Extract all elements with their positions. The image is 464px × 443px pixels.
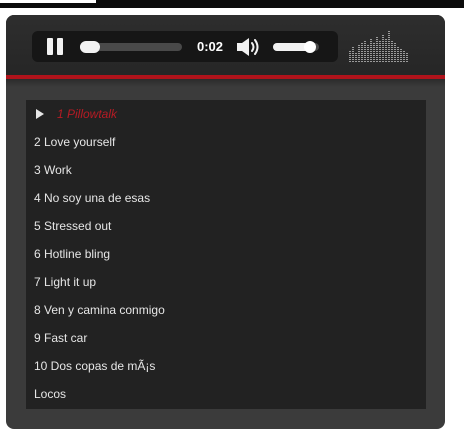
playlist-item-active[interactable]: 1 Pillowtalk bbox=[26, 100, 426, 128]
track-title: 3 Work bbox=[34, 163, 72, 177]
play-triangle-icon bbox=[36, 109, 44, 119]
playlist-item[interactable]: 5 Stressed out bbox=[26, 212, 426, 240]
track-title: 9 Fast car bbox=[34, 331, 88, 345]
track-title: 5 Stressed out bbox=[34, 219, 112, 233]
controls-bar: 0:02 bbox=[32, 31, 338, 62]
track-title: 6 Hotline bling bbox=[34, 247, 111, 261]
playlist-item[interactable]: Locos bbox=[26, 380, 426, 408]
pause-button[interactable] bbox=[47, 38, 65, 56]
seek-bar[interactable] bbox=[80, 41, 182, 53]
playlist-item[interactable]: 9 Fast car bbox=[26, 324, 426, 352]
playlist-item[interactable]: 10 Dos copas de mÃ¡s bbox=[26, 352, 426, 380]
volume-handle[interactable] bbox=[304, 41, 316, 53]
pause-icon bbox=[47, 38, 53, 55]
browser-top-bar bbox=[0, 0, 464, 8]
track-title: 1 Pillowtalk bbox=[57, 107, 118, 121]
volume-slider[interactable] bbox=[273, 41, 319, 53]
track-title: 7 Light it up bbox=[34, 275, 97, 289]
playlist-item[interactable]: 6 Hotline bling bbox=[26, 240, 426, 268]
playlist-item[interactable]: 4 No soy una de esas bbox=[26, 184, 426, 212]
playlist-item[interactable]: 8 Ven y camina conmigo bbox=[26, 296, 426, 324]
track-title: Locos bbox=[34, 387, 67, 401]
track-title: 10 Dos copas de mÃ¡s bbox=[34, 359, 156, 373]
playlist-item[interactable]: 3 Work bbox=[26, 156, 426, 184]
current-time: 0:02 bbox=[197, 39, 224, 54]
playlist-item[interactable]: 7 Light it up bbox=[26, 268, 426, 296]
track-title: 4 No soy una de esas bbox=[34, 191, 151, 205]
header-shadow bbox=[6, 79, 445, 87]
seek-handle[interactable] bbox=[80, 41, 100, 53]
speaker-volume-icon[interactable] bbox=[237, 38, 263, 56]
top-tab-indicator bbox=[0, 0, 96, 3]
audio-player: 0:02 1 Pillowtalk 2 Love yourself 3 Work 4 … bbox=[6, 15, 445, 429]
track-title: 8 Ven y camina conmigo bbox=[34, 303, 165, 317]
track-title: 2 Love yourself bbox=[34, 135, 116, 149]
equalizer-icon bbox=[345, 29, 415, 63]
playlist: 1 Pillowtalk 2 Love yourself 3 Work 4 No so… bbox=[26, 100, 426, 409]
playlist-item[interactable]: 2 Love yourself bbox=[26, 128, 426, 156]
